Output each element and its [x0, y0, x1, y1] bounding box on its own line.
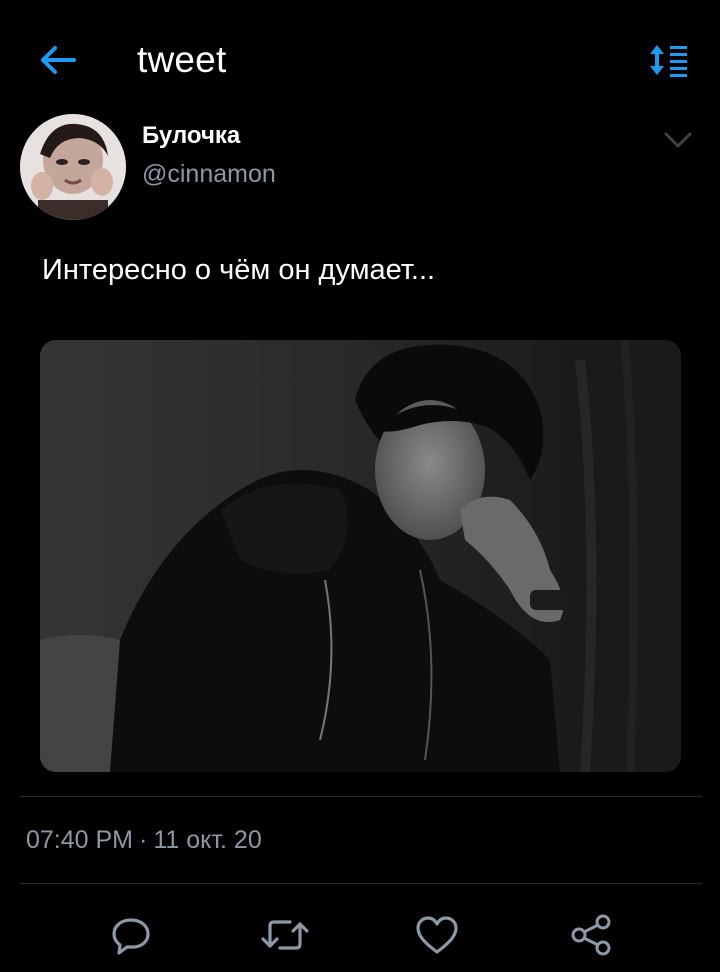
author-name[interactable]: Булочка — [142, 120, 240, 152]
timestamp-separator: · — [139, 826, 148, 854]
tweet-menu-button[interactable] — [660, 124, 696, 156]
retweet-button[interactable] — [260, 910, 310, 960]
tweet-time: 07:40 PM — [26, 826, 134, 854]
page-title: tweet — [137, 39, 227, 80]
like-icon — [416, 916, 458, 954]
back-button[interactable] — [36, 40, 80, 80]
photo-image — [40, 340, 681, 772]
share-button[interactable] — [566, 910, 616, 960]
tweet-timestamp: 07:40 PM · 11 окт. 20 — [26, 822, 262, 858]
chevron-down-icon — [664, 132, 692, 148]
retweet-icon — [261, 920, 309, 950]
reply-icon — [112, 918, 150, 955]
tweet-date: 11 окт. 20 — [153, 826, 262, 854]
divider — [20, 796, 702, 797]
tweet-text: Интересно о чём он думает... — [42, 254, 436, 286]
like-button[interactable] — [412, 910, 462, 960]
sort-list-icon — [650, 45, 687, 77]
divider — [20, 883, 702, 884]
author-handle[interactable]: @cinnamon — [142, 157, 276, 191]
avatar[interactable] — [20, 114, 126, 220]
top-app-bar: tweet — [0, 0, 720, 120]
tweet-photo[interactable] — [40, 340, 681, 772]
avatar-photo — [20, 114, 126, 220]
sort-button[interactable] — [646, 40, 692, 80]
reply-button[interactable] — [106, 910, 156, 960]
share-icon — [571, 914, 611, 956]
tweet-action-bar — [0, 900, 720, 970]
arrow-left-icon — [41, 46, 76, 74]
